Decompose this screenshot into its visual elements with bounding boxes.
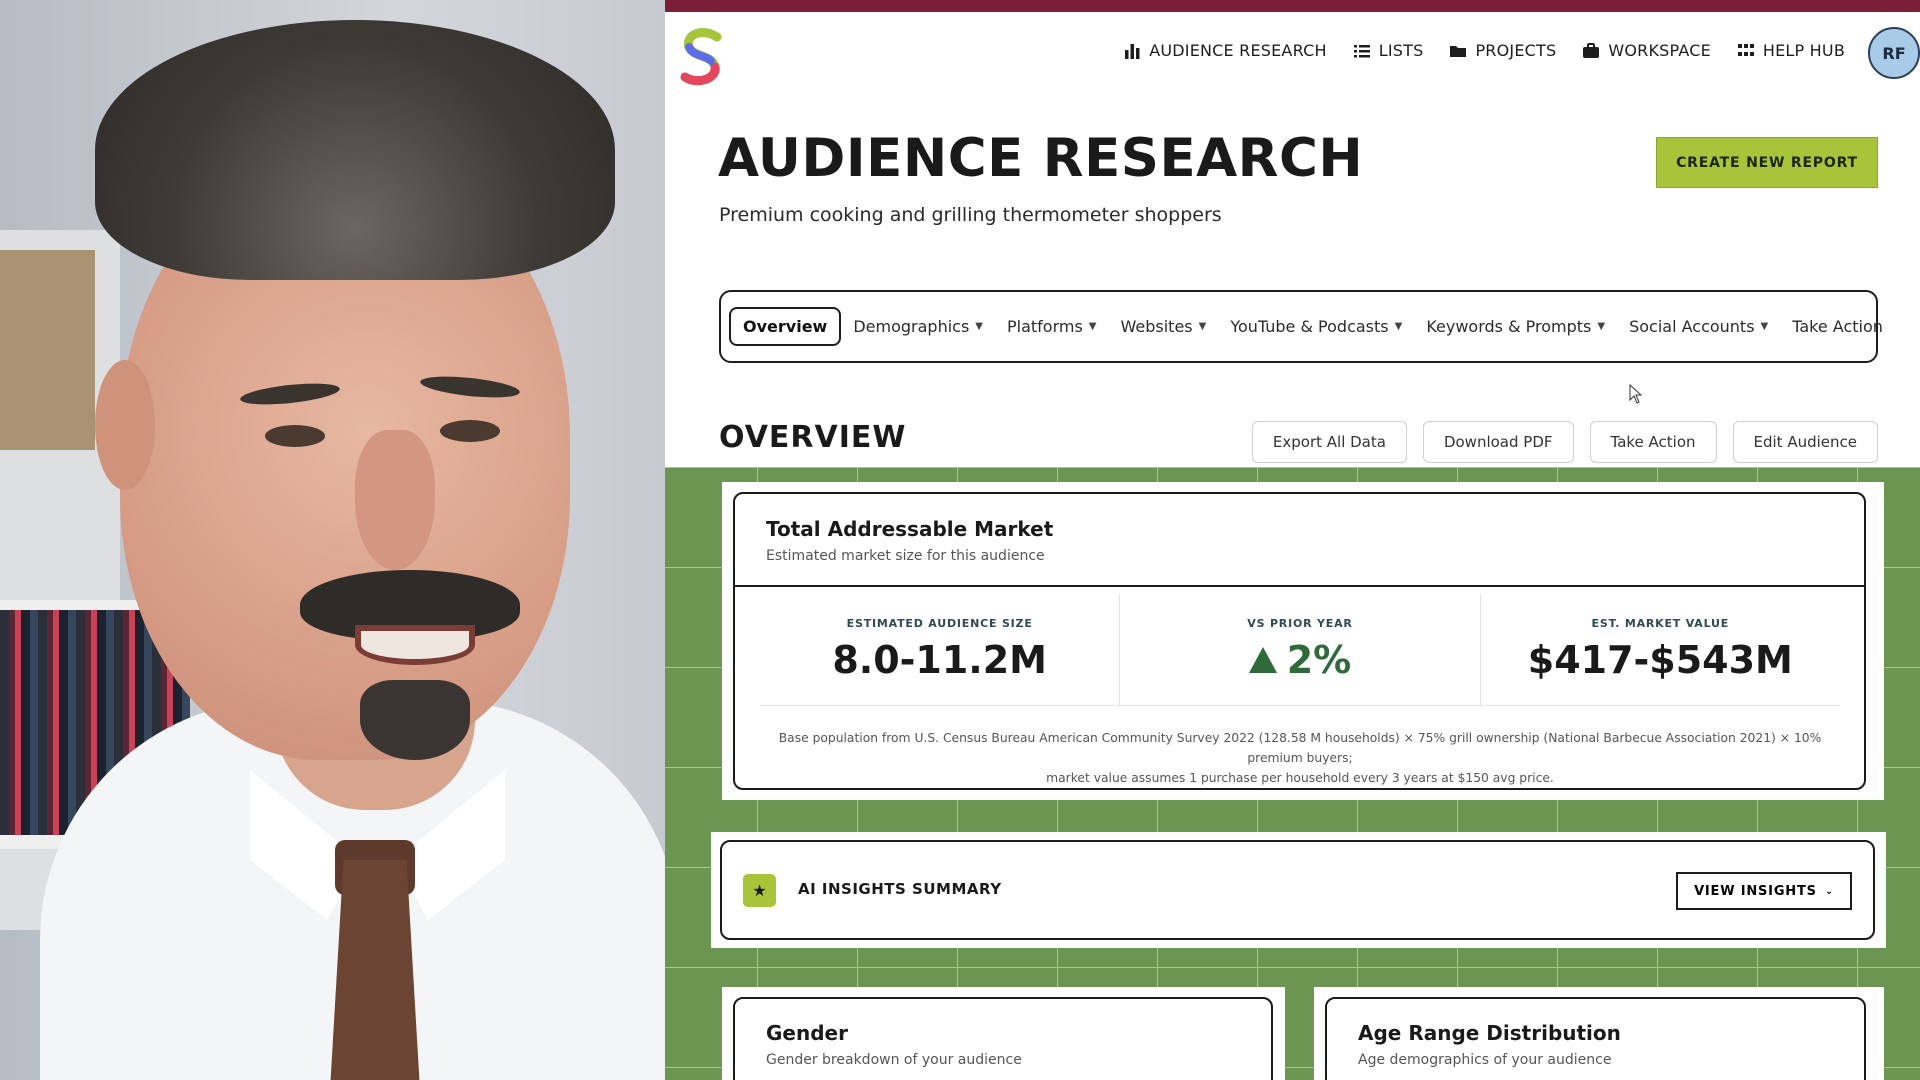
- stat-label: VS PRIOR YEAR: [1247, 617, 1353, 630]
- caret-down-icon: ▼: [1597, 321, 1606, 332]
- folder-icon: [1450, 45, 1467, 57]
- tab-label: Demographics: [853, 317, 970, 336]
- user-avatar[interactable]: RF: [1868, 27, 1920, 79]
- stat-label: ESTIMATED AUDIENCE SIZE: [846, 617, 1033, 630]
- ai-insights-card: ★ AI INSIGHTS SUMMARY VIEW INSIGHTS ⌄: [720, 840, 1875, 940]
- nav-lists[interactable]: LISTS: [1353, 41, 1424, 60]
- tab-take-action[interactable]: Take Action: [1780, 309, 1895, 344]
- nose: [355, 430, 435, 570]
- tab-label: Social Accounts: [1629, 317, 1755, 336]
- view-insights-label: VIEW INSIGHTS: [1694, 883, 1817, 899]
- ai-insights-label: AI INSIGHTS SUMMARY: [798, 880, 1002, 898]
- nav-workspace[interactable]: WORKSPACE: [1582, 41, 1711, 60]
- tab-label: Keywords & Prompts: [1426, 317, 1592, 336]
- nav-lists-label: LISTS: [1378, 41, 1424, 60]
- eye: [265, 425, 325, 447]
- stat-market-value: EST. MARKET VALUE $417-$543M: [1481, 594, 1840, 705]
- tab-label: YouTube & Podcasts: [1230, 317, 1389, 336]
- nav-help-hub-label: HELP HUB: [1762, 41, 1845, 60]
- download-pdf-button[interactable]: Download PDF: [1422, 421, 1574, 463]
- top-nav: AUDIENCE RESEARCH LISTS PROJECTS WORKSPA…: [665, 12, 1920, 96]
- stat-value: $417-$543M: [1527, 638, 1793, 682]
- tab-label: Overview: [743, 317, 828, 336]
- gender-card: Gender Gender breakdown of your audience: [733, 997, 1273, 1080]
- nav-projects-label: PROJECTS: [1475, 41, 1557, 60]
- create-new-report-button[interactable]: CREATE NEW REPORT: [1656, 137, 1878, 188]
- overview-heading: OVERVIEW: [719, 420, 907, 455]
- mouth: [355, 625, 475, 665]
- tab-keywords-prompts[interactable]: Keywords & Prompts ▼: [1414, 309, 1617, 344]
- list-icon: [1353, 44, 1370, 57]
- page-title: AUDIENCE RESEARCH: [718, 128, 1364, 189]
- tab-label: Websites: [1120, 317, 1193, 336]
- tab-platforms[interactable]: Platforms ▼: [995, 309, 1109, 344]
- tam-card-header: Total Addressable Market Estimated marke…: [735, 494, 1864, 587]
- chevron-down-icon: ⌄: [1824, 885, 1834, 897]
- gender-description: Gender breakdown of your audience: [766, 1052, 1022, 1068]
- presenter-hair: [95, 20, 615, 280]
- star-icon: ★: [743, 874, 776, 907]
- brand-logo-icon[interactable]: [677, 27, 727, 87]
- tab-label: Platforms: [1006, 317, 1083, 336]
- top-accent-bar: [665, 0, 1920, 12]
- note-line: Base population from U.S. Census Bureau …: [778, 731, 1822, 765]
- eye: [440, 420, 500, 442]
- tam-description: Estimated market size for this audience: [766, 548, 1045, 564]
- caret-down-icon: ▼: [1760, 321, 1769, 332]
- stat-vs-prior-year: VS PRIOR YEAR 2%: [1120, 594, 1481, 705]
- export-all-data-button[interactable]: Export All Data: [1251, 421, 1407, 463]
- stat-value: 2%: [1286, 638, 1352, 682]
- tab-overview[interactable]: Overview: [729, 307, 842, 346]
- tam-stats: ESTIMATED AUDIENCE SIZE 8.0-11.2M VS PRI…: [760, 594, 1840, 706]
- age-range-card: Age Range Distribution Age demographics …: [1325, 997, 1866, 1080]
- view-insights-button[interactable]: VIEW INSIGHTS ⌄: [1676, 872, 1852, 910]
- tam-title: Total Addressable Market: [766, 517, 1054, 541]
- page-subtitle: Premium cooking and grilling thermometer…: [719, 204, 1222, 226]
- age-range-title: Age Range Distribution: [1358, 1021, 1621, 1045]
- tab-social-accounts[interactable]: Social Accounts ▼: [1617, 309, 1780, 344]
- age-range-description: Age demographics of your audience: [1358, 1052, 1612, 1068]
- caret-down-icon: ▼: [975, 321, 983, 332]
- take-action-button[interactable]: Take Action: [1589, 421, 1717, 463]
- caret-down-icon: ▼: [1198, 321, 1207, 332]
- sign-board: [0, 250, 95, 450]
- caret-down-icon: ▼: [1088, 321, 1097, 332]
- goatee: [360, 680, 470, 760]
- mouse-cursor-icon: [1629, 384, 1643, 404]
- webcam-video: [0, 0, 665, 1080]
- stat-audience-size: ESTIMATED AUDIENCE SIZE 8.0-11.2M: [760, 594, 1121, 705]
- tam-methodology-note: Base population from U.S. Census Bureau …: [755, 728, 1845, 788]
- nav-workspace-label: WORKSPACE: [1608, 41, 1711, 60]
- tab-label: Take Action: [1792, 317, 1883, 336]
- tab-websites[interactable]: Websites ▼: [1109, 309, 1219, 344]
- edit-audience-button[interactable]: Edit Audience: [1732, 421, 1878, 463]
- nav-audience-research-label: AUDIENCE RESEARCH: [1149, 41, 1327, 60]
- briefcase-icon: [1583, 42, 1600, 58]
- presenter-ear: [95, 360, 155, 490]
- note-line: market value assumes 1 purchase per hous…: [1046, 771, 1554, 785]
- trend-up-icon: [1248, 647, 1277, 673]
- stat-value-wrap: 2%: [1248, 638, 1352, 682]
- tie: [330, 860, 420, 1080]
- nav-projects[interactable]: PROJECTS: [1449, 41, 1556, 60]
- gender-title: Gender: [766, 1021, 848, 1045]
- report-tabs: Overview Demographics ▼ Platforms ▼ Websit…: [719, 290, 1883, 363]
- nav-help-hub[interactable]: HELP HUB: [1737, 41, 1845, 60]
- bar-chart-icon: [1125, 43, 1140, 59]
- caret-down-icon: ▼: [1394, 321, 1403, 332]
- nav-audience-research[interactable]: AUDIENCE RESEARCH: [1123, 41, 1327, 60]
- tab-demographics[interactable]: Demographics ▼: [841, 309, 995, 344]
- stat-value: 8.0-11.2M: [832, 638, 1047, 682]
- app-window: AUDIENCE RESEARCH LISTS PROJECTS WORKSPA…: [665, 0, 1920, 1080]
- tam-card: Total Addressable Market Estimated marke…: [733, 492, 1866, 790]
- stat-label: EST. MARKET VALUE: [1591, 617, 1730, 630]
- tab-youtube-podcasts[interactable]: YouTube & Podcasts ▼: [1218, 309, 1414, 344]
- overview-actions: Export All Data Download PDF Take Action…: [1251, 421, 1878, 463]
- grid-icon: [1737, 43, 1754, 56]
